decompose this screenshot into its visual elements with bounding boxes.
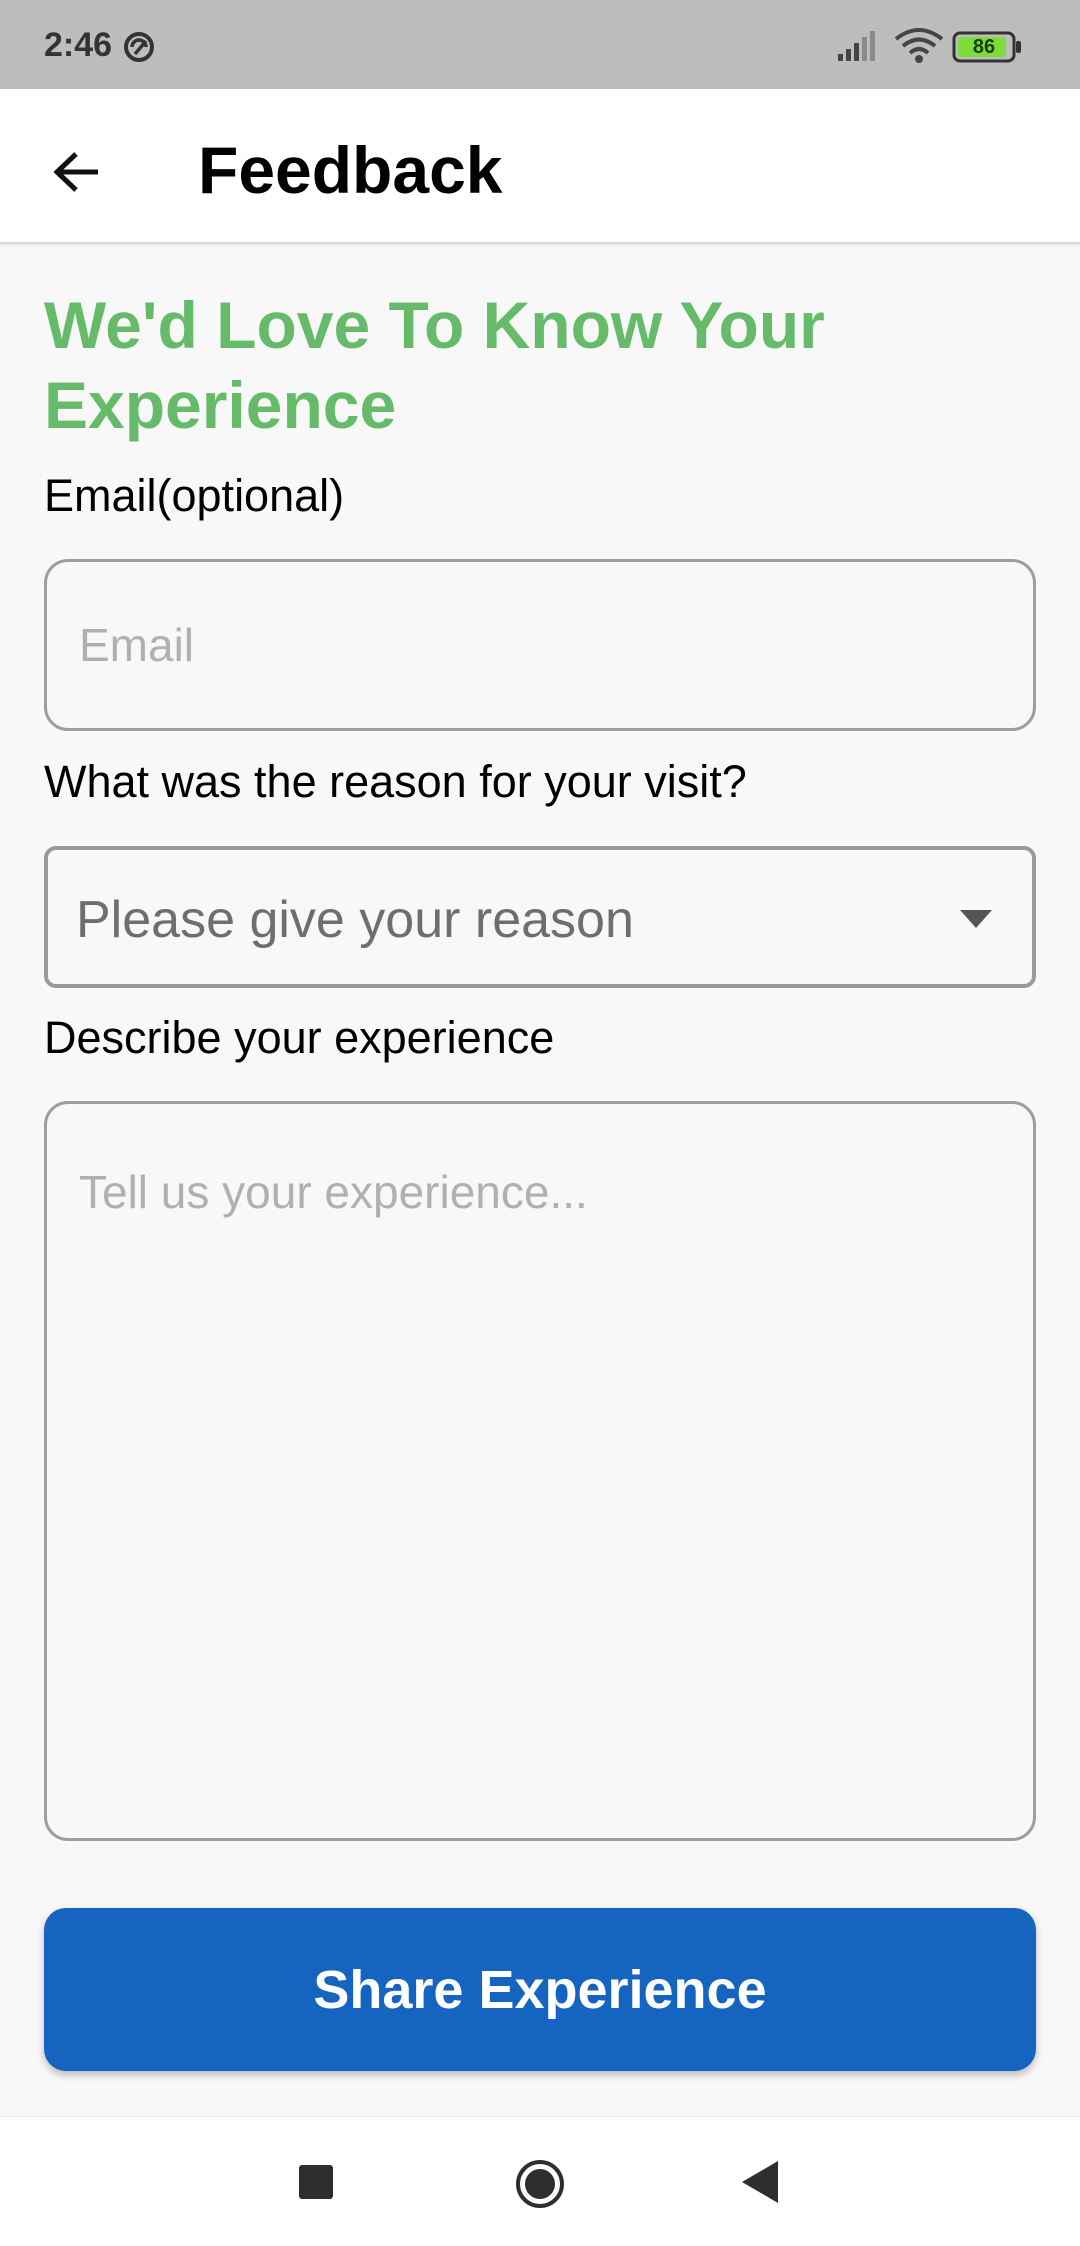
reason-selected-value: Please give your reason bbox=[76, 891, 634, 949]
system-nav-bar bbox=[0, 2116, 1080, 2246]
dropdown-arrow-icon bbox=[960, 910, 992, 928]
status-time: 2:46 bbox=[44, 26, 113, 64]
signal-icon bbox=[838, 31, 875, 61]
reason-dropdown[interactable]: Please give your reason bbox=[44, 846, 1036, 988]
arrow-left-icon bbox=[53, 152, 98, 192]
app-bar: Feedback bbox=[0, 89, 1080, 244]
back-button[interactable] bbox=[34, 129, 120, 215]
reason-label: What was the reason for your visit? bbox=[44, 756, 747, 807]
page-title: Feedback bbox=[198, 133, 503, 207]
experience-textarea[interactable] bbox=[44, 1101, 1036, 1841]
battery-level: 86 bbox=[972, 36, 996, 58]
sync-icon bbox=[124, 32, 154, 62]
email-field[interactable] bbox=[44, 559, 1036, 731]
wifi-icon bbox=[894, 28, 944, 63]
home-icon[interactable] bbox=[515, 2159, 565, 2209]
back-icon[interactable] bbox=[742, 2161, 778, 2203]
email-label: Email(optional) bbox=[44, 470, 345, 521]
experience-label: Describe your experience bbox=[44, 1012, 555, 1063]
recents-icon[interactable] bbox=[299, 2165, 333, 2199]
form-heading: We'd Love To Know Your Experience bbox=[44, 288, 825, 442]
status-bar: 2:46 86 bbox=[0, 0, 1080, 89]
share-experience-button[interactable]: Share Experience bbox=[44, 1908, 1036, 2071]
